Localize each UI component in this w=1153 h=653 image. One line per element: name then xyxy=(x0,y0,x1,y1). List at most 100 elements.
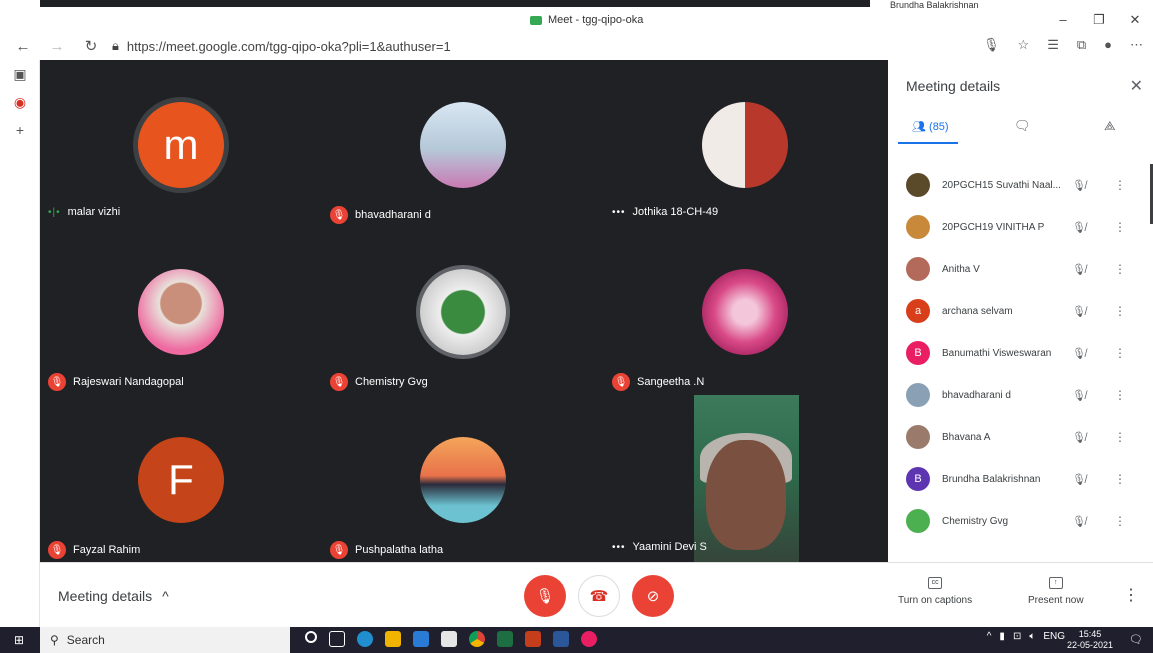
list-item[interactable]: B Banumathi Visweswaran 🎙︎̸ ⋮ xyxy=(888,332,1153,374)
search-icon: ⚲ xyxy=(50,633,59,647)
tab-actions-icon[interactable]: ▣ xyxy=(0,60,40,88)
battery-icon[interactable]: ▮ xyxy=(999,631,1005,642)
meeting-details-panel: Meeting details ✕ 👥︎ (85) 🗨︎ ⟁ 20PGCH15 … xyxy=(888,60,1153,562)
chrome-icon[interactable] xyxy=(469,631,485,647)
tab-people[interactable]: 👥︎ (85) xyxy=(912,120,949,133)
avatar: m xyxy=(138,102,224,188)
cortana-icon[interactable] xyxy=(305,631,317,643)
list-item[interactable]: 20PGCH15 Suvathi Naal... 🎙︎̸ ⋮ xyxy=(888,164,1153,206)
powerpoint-icon[interactable] xyxy=(525,631,541,647)
url-text: https://meet.google.com/tgg-qipo-oka?pli… xyxy=(126,38,451,54)
close-window-icon[interactable]: ✕ xyxy=(1117,10,1153,30)
profile-icon[interactable]: ● xyxy=(1104,37,1112,53)
captions-button[interactable]: cc Turn on captions xyxy=(898,577,972,606)
more-options-icon[interactable]: ⋮ xyxy=(1114,178,1126,192)
more-options-icon[interactable]: ⋮ xyxy=(1114,220,1126,234)
word-icon[interactable] xyxy=(553,631,569,647)
more-options-icon[interactable]: ⋮ xyxy=(1114,346,1126,360)
tile-name: •|• malar vizhi xyxy=(48,206,121,218)
recording-icon[interactable]: ◉ xyxy=(0,88,40,116)
tile-name: ••• Yaamini Devi S xyxy=(612,541,707,553)
more-options-icon[interactable]: ⋮ xyxy=(1114,262,1126,276)
avatar xyxy=(138,269,224,355)
window-controls: – ❐ ✕ xyxy=(1045,10,1153,30)
avatar: B xyxy=(906,467,930,491)
more-options-icon[interactable]: ⋮ xyxy=(1114,388,1126,402)
mic-toggle-button[interactable]: 🎙︎ xyxy=(524,575,566,617)
network-icon[interactable]: ⊡ xyxy=(1013,631,1021,642)
list-item[interactable]: bhavadharani d 🎙︎̸ ⋮ xyxy=(888,374,1153,416)
participant-tile[interactable]: 🎙︎ Rajeswari Nandagopal xyxy=(40,227,322,394)
minimize-icon[interactable]: – xyxy=(1045,10,1081,30)
list-item[interactable]: B Brundha Balakrishnan 🎙︎̸ ⋮ xyxy=(888,458,1153,500)
refresh-icon[interactable]: ↻ xyxy=(80,37,102,55)
list-item[interactable]: Anitha V 🎙︎̸ ⋮ xyxy=(888,248,1153,290)
more-dots-icon: ••• xyxy=(612,206,626,218)
more-options-icon[interactable]: ⋮ xyxy=(1114,304,1126,318)
participant-grid: m •|• malar vizhi 🎙︎ bhavadharani d ••• … xyxy=(40,60,888,562)
avatar: B xyxy=(906,341,930,365)
mail-icon[interactable] xyxy=(413,631,429,647)
tile-name: 🎙︎ Rajeswari Nandagopal xyxy=(48,373,184,391)
tab-activities[interactable]: ⟁ xyxy=(1104,118,1116,134)
windows-start-icon[interactable]: ⊞ xyxy=(14,633,24,647)
back-icon[interactable]: ← xyxy=(12,38,34,55)
collections-icon[interactable]: ⧉ xyxy=(1077,37,1086,53)
edge-icon[interactable] xyxy=(357,631,373,647)
favorite-add-icon[interactable]: ☆ xyxy=(1018,37,1030,53)
camera-toggle-button[interactable]: ⊘ xyxy=(632,575,674,617)
notification-icon[interactable]: 🗨︎ xyxy=(1129,633,1143,646)
excel-icon[interactable] xyxy=(497,631,513,647)
avatar: F xyxy=(138,437,224,523)
task-view-icon[interactable] xyxy=(329,631,345,647)
browser-menu-icon[interactable]: ⋯ xyxy=(1130,37,1143,53)
list-item[interactable]: 20PGCH19 VINITHA P 🎙︎̸ ⋮ xyxy=(888,206,1153,248)
language-indicator[interactable]: ENG xyxy=(1043,631,1065,642)
url-field[interactable]: 🔒︎ https://meet.google.com/tgg-qipo-oka?… xyxy=(112,38,451,54)
participant-tile[interactable]: m •|• malar vizhi xyxy=(40,60,322,227)
volume-icon[interactable]: 🔈︎ xyxy=(1029,631,1035,642)
participant-tile[interactable]: ••• Yaamini Devi S xyxy=(604,395,886,562)
mic-off-icon: 🎙︎ xyxy=(48,373,66,391)
list-item[interactable]: Bhavana A 🎙︎̸ ⋮ xyxy=(888,416,1153,458)
list-item[interactable]: a archana selvam 🎙︎̸ ⋮ xyxy=(888,290,1153,332)
mic-off-icon: 🎙︎ xyxy=(330,541,348,559)
more-dots-icon: ••• xyxy=(612,541,626,553)
participant-tile[interactable]: 🎙︎ Pushpalatha latha xyxy=(322,395,604,562)
participant-tile[interactable]: 🎙︎ Sangeetha .N xyxy=(604,227,886,394)
tile-name: 🎙︎ Chemistry Gvg xyxy=(330,373,428,391)
present-now-button[interactable]: ↑ Present now xyxy=(1028,577,1084,606)
meeting-details-button[interactable]: Meeting details ^ xyxy=(58,588,169,604)
more-options-icon[interactable]: ⋮ xyxy=(1114,514,1126,528)
browser-toolbar: 🎙︎ ☆ ☰ ⧉ ● ⋯ xyxy=(983,37,1143,53)
system-tray: ^ ▮ ⊡ 🔈︎ ENG xyxy=(987,631,1065,642)
add-tab-icon[interactable]: + xyxy=(0,116,40,144)
windows-taskbar: ⊞ ⚲ Search ^ ▮ ⊡ 🔈︎ ENG 15:45 22-05-2021… xyxy=(0,627,1153,653)
participant-tile[interactable]: 🎙︎ bhavadharani d xyxy=(322,60,604,227)
more-options-icon[interactable]: ⋮ xyxy=(1123,585,1139,605)
close-panel-icon[interactable]: ✕ xyxy=(1130,76,1143,96)
mic-off-icon: 🎙︎̸ xyxy=(1072,473,1086,486)
avatar xyxy=(906,383,930,407)
participant-list: 20PGCH15 Suvathi Naal... 🎙︎̸ ⋮ 20PGCH19 … xyxy=(888,164,1153,542)
list-item[interactable]: Chemistry Gvg 🎙︎̸ ⋮ xyxy=(888,500,1153,542)
taskbar-search[interactable]: ⚲ Search xyxy=(40,627,290,653)
mic-off-icon: 🎙︎ xyxy=(330,373,348,391)
participant-tile[interactable]: 🎙︎ Chemistry Gvg xyxy=(322,227,604,394)
camera-app-icon[interactable] xyxy=(581,631,597,647)
more-options-icon[interactable]: ⋮ xyxy=(1114,472,1126,486)
forward-icon[interactable]: → xyxy=(46,38,68,55)
chevron-up-icon[interactable]: ^ xyxy=(987,631,992,642)
leave-call-button[interactable]: ☎︎ xyxy=(578,575,620,617)
more-options-icon[interactable]: ⋮ xyxy=(1114,430,1126,444)
clock[interactable]: 15:45 22-05-2021 xyxy=(1067,629,1113,651)
participant-tile[interactable]: F 🎙︎ Fayzal Rahim xyxy=(40,395,322,562)
store-icon[interactable] xyxy=(441,631,457,647)
tab-chat[interactable]: 🗨︎ xyxy=(1014,118,1031,134)
favorites-icon[interactable]: ☰ xyxy=(1047,37,1059,53)
mic-permission-icon[interactable]: 🎙︎ xyxy=(983,37,1000,53)
file-explorer-icon[interactable] xyxy=(385,631,401,647)
restore-icon[interactable]: ❐ xyxy=(1081,10,1117,30)
participant-tile[interactable]: ••• Jothika 18-CH-49 xyxy=(604,60,886,227)
mic-off-icon: 🎙︎̸ xyxy=(1072,179,1086,192)
